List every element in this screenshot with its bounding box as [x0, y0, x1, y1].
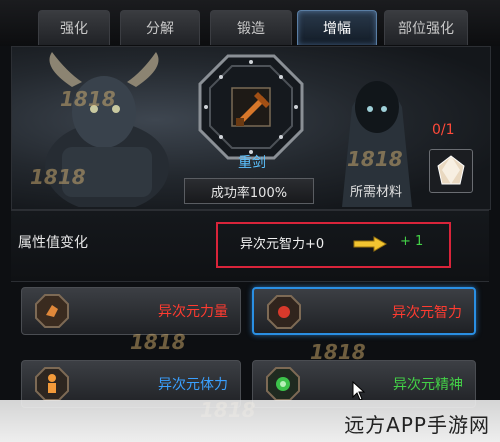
attribute-current-value: 异次元智力+0 [240, 237, 325, 252]
fist-icon [35, 294, 69, 328]
tab-bar: 强化 分解 锻造 增幅 部位强化 [0, 0, 500, 46]
material-slot[interactable] [429, 149, 473, 193]
attribute-change-label: 属性值变化 [18, 235, 88, 251]
mouse-cursor-icon [352, 381, 366, 401]
watermark-1818: 1818 [347, 147, 403, 171]
success-rate: 成功率100% [184, 178, 314, 204]
watermark-1818: 1818 [310, 340, 366, 364]
watermark-1818: 1818 [30, 165, 86, 189]
orb-icon [267, 295, 301, 329]
tab-amplify[interactable]: 增幅 [297, 10, 377, 45]
tab-disassemble[interactable]: 分解 [120, 10, 200, 45]
stat-label-strength: 异次元力量 [158, 304, 228, 320]
stat-button-strength[interactable]: 异次元力量 [21, 287, 241, 335]
spirit-icon [266, 367, 300, 401]
arrow-right-icon [353, 236, 387, 252]
body-icon [35, 367, 69, 401]
crystal-icon [437, 155, 465, 185]
stat-label-spirit: 异次元精神 [393, 377, 463, 393]
amplify-preview-panel: 1818 1818 1818 重剑 成功率100% 0/1 所需材料 [11, 46, 491, 210]
watermark-1818: 1818 [60, 87, 116, 111]
tab-enhance[interactable]: 强化 [38, 10, 110, 45]
stat-label-intelligence: 异次元智力 [392, 305, 462, 321]
tab-forge[interactable]: 锻造 [210, 10, 292, 45]
material-count: 0/1 [432, 122, 455, 138]
item-name: 重剑 [238, 155, 266, 171]
attribute-gain-value: + 1 [400, 234, 424, 249]
item-slot-frame [198, 54, 304, 160]
site-watermark: 远方APP手游网 [344, 413, 490, 437]
tab-part-enhance[interactable]: 部位强化 [384, 10, 468, 45]
stat-button-intelligence[interactable]: 异次元智力 [252, 287, 476, 335]
material-label: 所需材料 [350, 185, 403, 200]
stat-label-vitality: 异次元体力 [158, 377, 228, 393]
watermark-1818: 1818 [130, 330, 186, 354]
